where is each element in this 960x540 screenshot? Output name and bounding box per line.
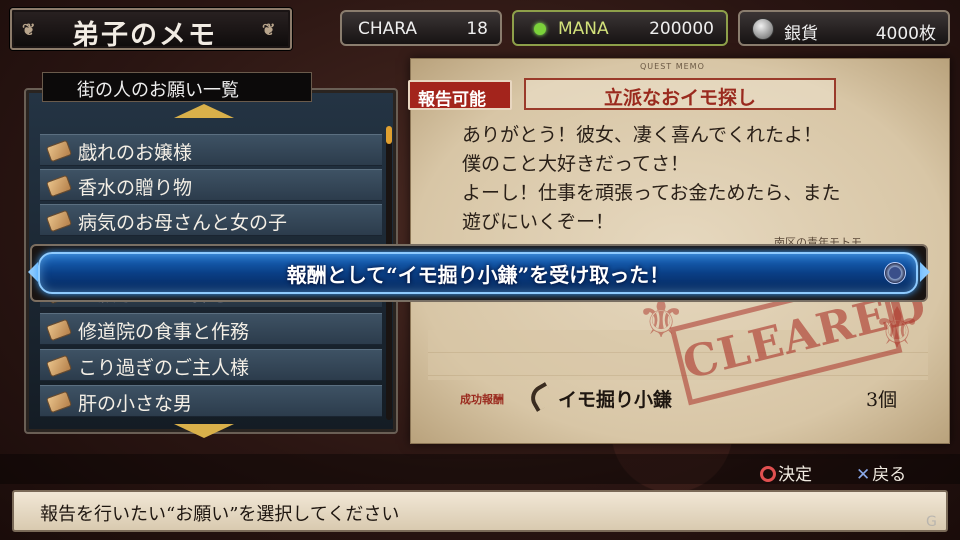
- scrollbar-thumb[interactable]: [386, 126, 392, 144]
- chara-counter: CHARA 18: [340, 10, 502, 46]
- list-item[interactable]: 香水の贈り物: [40, 169, 382, 201]
- scroll-down-arrow-icon[interactable]: [174, 424, 234, 440]
- list-item-label: 病気のお母さんと女の子: [78, 212, 288, 234]
- cross-button-icon: ✕: [856, 465, 871, 485]
- mana-counter: MANA 200000: [512, 10, 728, 46]
- memo-line: 僕のこと大好きだってさ！: [462, 153, 690, 175]
- scroll-icon: [45, 354, 73, 378]
- footer-strip: [0, 454, 960, 484]
- list-item-label: こり過ぎのご主人様: [78, 357, 250, 379]
- list-item[interactable]: こり過ぎのご主人様: [40, 349, 382, 381]
- back-label: 戻る: [872, 465, 907, 485]
- list-header: 街の人のお願い一覧: [42, 72, 312, 102]
- ornament-icon: ❦: [22, 20, 38, 39]
- list-item[interactable]: 肝の小さな男: [40, 385, 382, 417]
- chara-value: 18: [466, 19, 488, 39]
- memo-line: よーし！仕事を頑張ってお金ためたら、また: [462, 182, 841, 204]
- chara-label: CHARA: [358, 19, 418, 39]
- reward-label: 成功報酬: [460, 393, 504, 406]
- reward-quantity: 3個: [866, 389, 898, 411]
- watermark-logo: G: [926, 514, 937, 530]
- memo-line: 遊びにいくぞー！: [462, 211, 615, 233]
- ornament-icon: ❦: [262, 20, 278, 39]
- memo-line: ありがとう！彼女、凄く喜んでくれたよ！: [462, 124, 823, 146]
- list-item-label: 修道院の食事と作務: [78, 321, 250, 343]
- help-text: 報告を行いたい“お願い”を選択してください: [40, 504, 400, 525]
- scroll-icon: [45, 209, 73, 233]
- list-item[interactable]: 修道院の食事と作務: [40, 313, 382, 345]
- banner-right-arrow-icon: [920, 262, 930, 282]
- confirm-control[interactable]: 決定: [760, 460, 812, 485]
- circle-button-icon: [760, 466, 776, 482]
- list-item[interactable]: 病気のお母さんと女の子: [40, 204, 382, 236]
- scroll-icon: [45, 390, 73, 414]
- coin-value: 4000枚: [875, 24, 936, 44]
- quest-title: 立派なおイモ探し: [524, 78, 836, 110]
- circle-button-icon[interactable]: [884, 262, 906, 284]
- scroll-icon: [45, 174, 73, 198]
- silver-coin-icon: [752, 18, 774, 40]
- memo-header: QUEST MEMO: [640, 62, 705, 71]
- coin-counter: 銀貨 4000枚: [738, 10, 950, 46]
- confirm-label: 決定: [778, 465, 812, 485]
- banner-left-arrow-icon: [28, 262, 38, 282]
- help-text-bar: 報告を行いたい“お願い”を選択してください: [12, 490, 948, 532]
- list-item-label: 香水の贈り物: [78, 177, 193, 199]
- reportable-badge: 報告可能: [408, 80, 512, 110]
- scroll-icon: [45, 139, 73, 163]
- coin-label: 銀貨: [784, 24, 818, 44]
- mana-label: MANA: [558, 19, 609, 39]
- back-control[interactable]: ✕ 戻る: [856, 460, 906, 485]
- list-item-label: 戯れのお嬢様: [78, 142, 193, 164]
- scroll-icon: [45, 318, 73, 342]
- mana-icon: [534, 23, 546, 35]
- mana-value: 200000: [649, 19, 714, 39]
- notification-text: 報酬として“イモ掘り小鎌”を受け取った！: [286, 263, 670, 287]
- screen-title-box: ❦ 弟子のメモ ❦: [10, 8, 292, 51]
- list-item[interactable]: 戯れのお嬢様: [40, 134, 382, 166]
- screen-title: 弟子のメモ: [72, 20, 217, 51]
- reward-item: イモ掘り小鎌: [558, 389, 673, 411]
- list-item-label: 肝の小さな男: [78, 393, 193, 415]
- scroll-up-arrow-icon[interactable]: [174, 104, 234, 120]
